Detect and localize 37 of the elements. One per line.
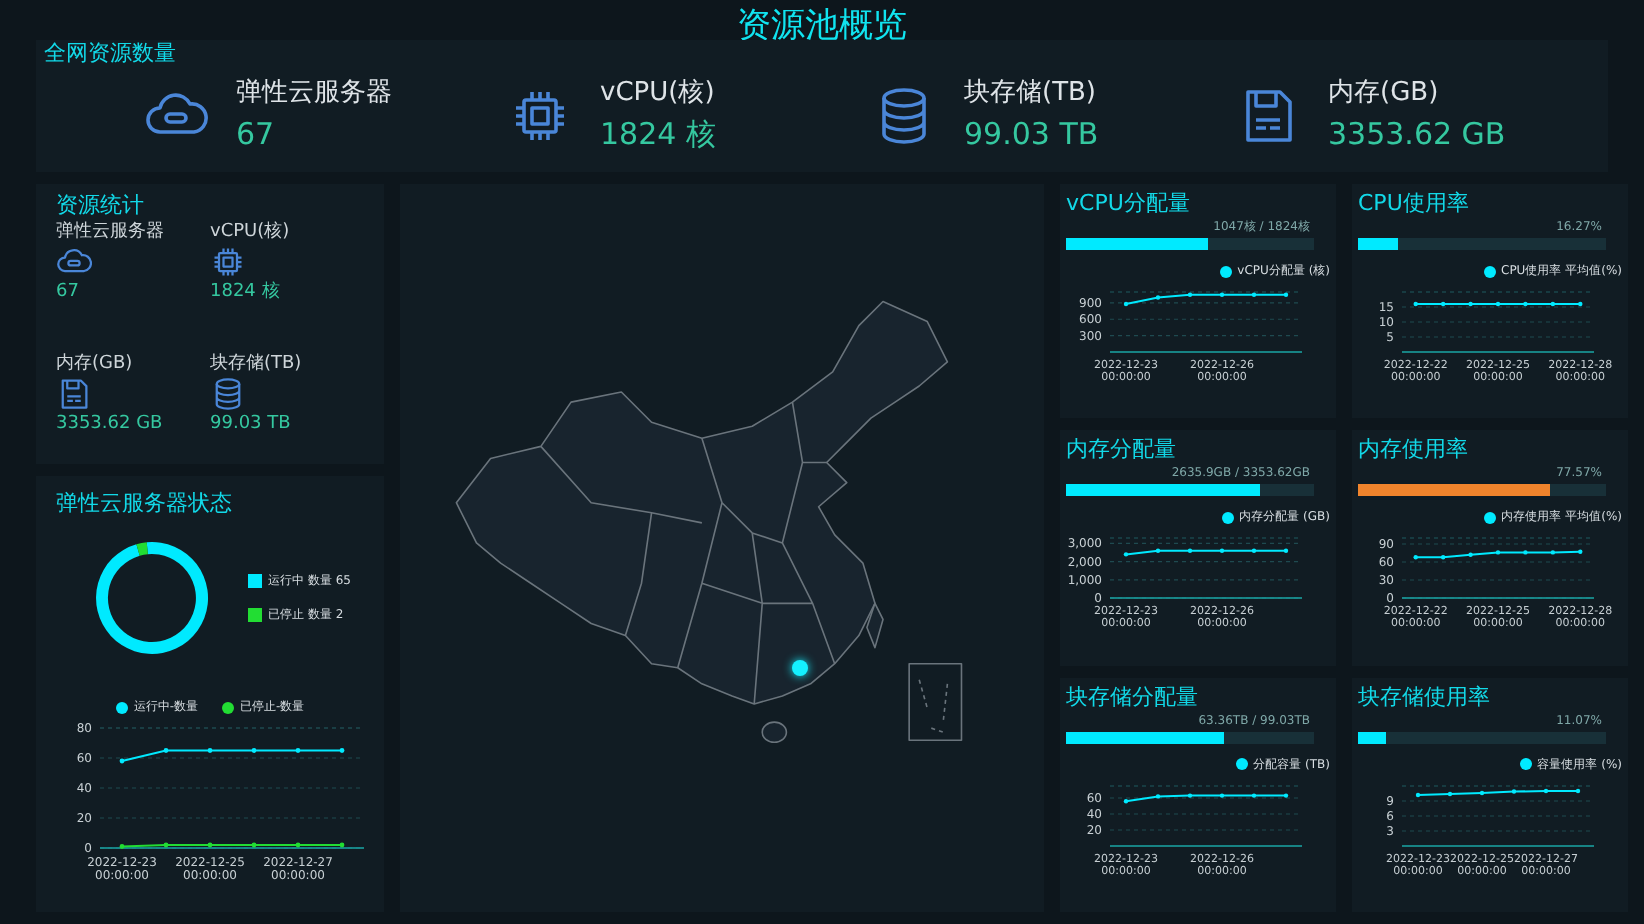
legend-dot xyxy=(1235,758,1248,771)
stat-label: 内存(GB) xyxy=(1328,76,1441,112)
legend-dot xyxy=(1519,758,1532,771)
panel-title: 内存使用率 xyxy=(1358,434,1470,465)
stat-value: 99.03 TB xyxy=(210,412,293,436)
stat-value: 67 xyxy=(236,114,277,156)
stat-value: 1824 核 xyxy=(600,114,716,156)
stat-label: 弹性云服务器 xyxy=(56,220,166,244)
stat-label: 块存储(TB) xyxy=(210,352,304,376)
stat-value: 3353.62 GB xyxy=(56,412,165,436)
legend-dot xyxy=(1219,265,1232,277)
page-title: 资源池概览 xyxy=(737,4,907,48)
panel-title: 内存分配量 xyxy=(1066,434,1178,465)
legend-dot xyxy=(115,701,128,713)
panel-title: 弹性云服务器状态 xyxy=(56,488,234,518)
floppy-icon xyxy=(56,376,92,412)
stat-label: 内存(GB) xyxy=(56,352,135,376)
panel-title: CPU使用率 xyxy=(1358,188,1471,218)
panel-title: vCPU分配量 xyxy=(1066,188,1192,218)
panel-title: 块存储使用率 xyxy=(1358,681,1492,712)
stat-label: 弹性云服务器 xyxy=(236,76,392,112)
stat-label: vCPU(核) xyxy=(210,220,292,244)
section-title: 全网资源数量 xyxy=(44,40,178,68)
stat-label: 块存储(TB) xyxy=(964,76,1099,112)
panel-title: 块存储分配量 xyxy=(1066,681,1200,712)
stat-value: 67 xyxy=(56,280,81,304)
legend-dot xyxy=(1483,265,1495,277)
stat-value: 3353.62 GB xyxy=(1328,114,1506,156)
database-icon xyxy=(210,376,246,412)
panel-title: 资源统计 xyxy=(56,190,146,220)
legend-dot xyxy=(222,701,234,713)
stat-label: vCPU(核) xyxy=(600,76,716,112)
stat-value: 99.03 TB xyxy=(964,114,1099,156)
legend-dot xyxy=(1221,511,1234,524)
legend-dot xyxy=(1483,511,1496,524)
cpu-icon xyxy=(210,244,246,280)
stat-value: 1824 核 xyxy=(210,280,282,304)
